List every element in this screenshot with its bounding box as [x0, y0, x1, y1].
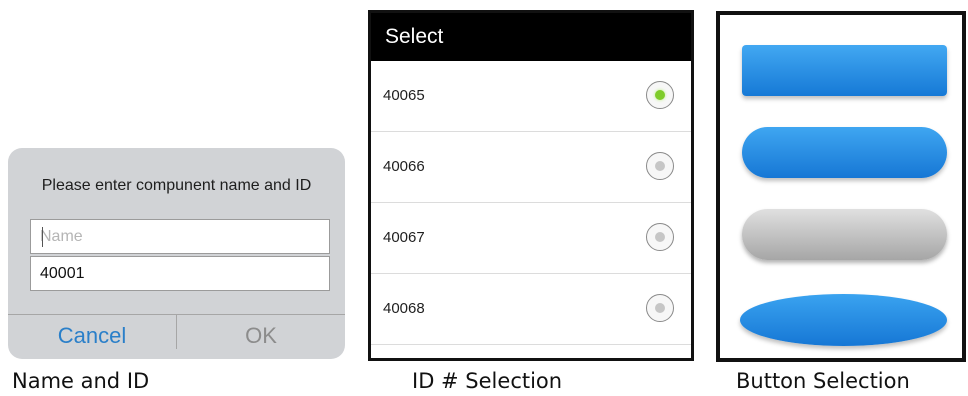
id-option-40066[interactable]: 40066 [371, 132, 691, 203]
pill-button[interactable] [742, 127, 947, 178]
id-select-dialog: Select 40065 40066 40067 40068 [368, 10, 694, 361]
name-input[interactable] [30, 219, 330, 254]
text-caret [42, 227, 43, 247]
button-style-list [720, 15, 962, 358]
id-option-label: 40066 [383, 158, 425, 175]
id-option-40068[interactable]: 40068 [371, 274, 691, 345]
gray-pill-button[interactable] [742, 209, 947, 260]
radio-unselected-icon[interactable] [646, 294, 674, 322]
rounded-rectangle-button[interactable] [742, 45, 947, 96]
caption-id-selection: ID # Selection [412, 369, 563, 393]
id-option-label: 40068 [383, 300, 425, 317]
ellipse-button[interactable] [740, 294, 947, 346]
id-input[interactable] [30, 256, 330, 291]
id-option-label: 40067 [383, 229, 425, 246]
id-option-40065[interactable]: 40065 [371, 61, 691, 132]
name-id-dialog: Please enter compunent name and ID Cance… [8, 148, 345, 359]
id-option-40067[interactable]: 40067 [371, 203, 691, 274]
select-title: Select [371, 13, 691, 61]
id-option-label: 40065 [383, 87, 425, 104]
radio-selected-icon[interactable] [646, 81, 674, 109]
button-style-panel [716, 11, 966, 362]
radio-unselected-icon[interactable] [646, 152, 674, 180]
caption-name-and-id: Name and ID [12, 369, 150, 393]
radio-unselected-icon[interactable] [646, 223, 674, 251]
caption-button-selection: Button Selection [736, 369, 910, 393]
ok-button[interactable]: OK [177, 318, 345, 354]
id-option-list: 40065 40066 40067 40068 [371, 61, 691, 358]
cancel-button[interactable]: Cancel [8, 318, 176, 354]
dialog-message: Please enter compunent name and ID [41, 177, 312, 194]
